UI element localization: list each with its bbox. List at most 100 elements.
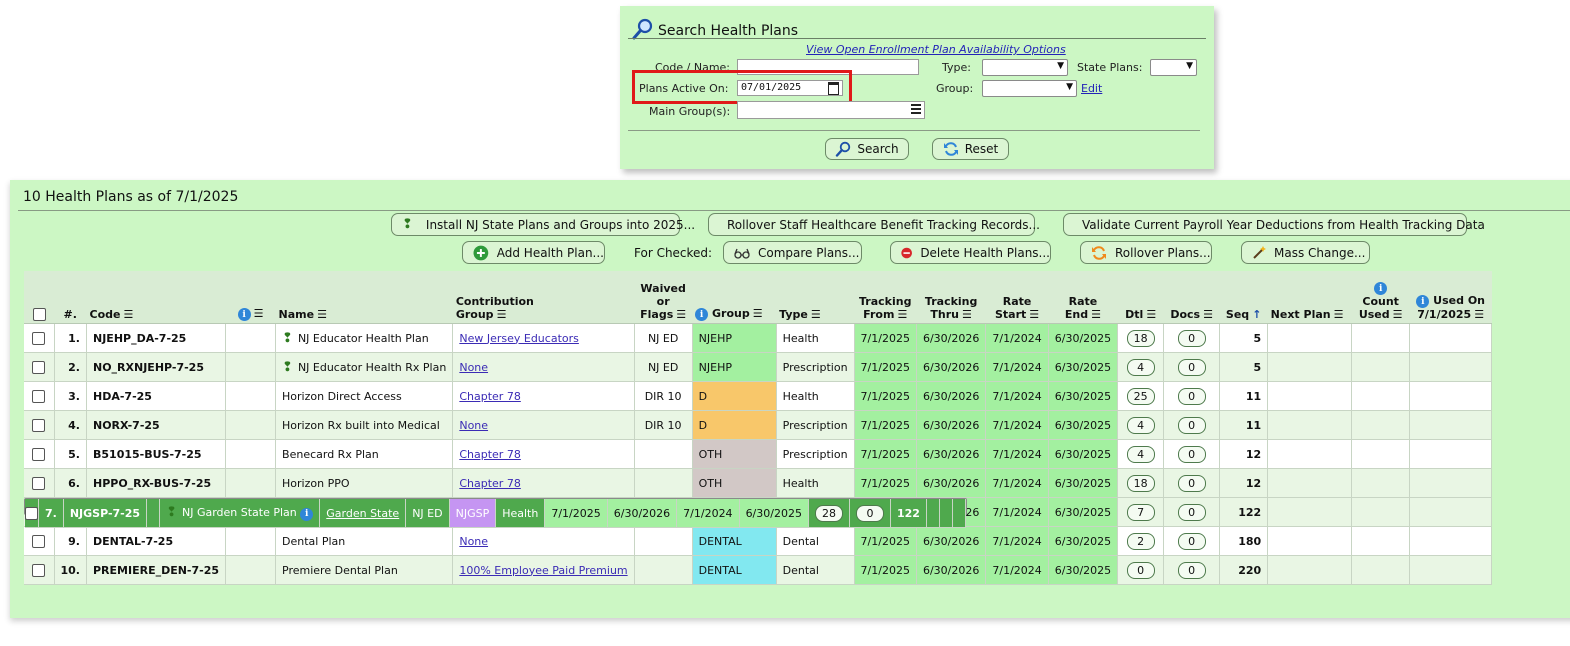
install-nj-plans-button[interactable]: ❢ Install NJ State Plans and Groups into… [391, 213, 695, 236]
table-row[interactable]: 7. NJGSP-7-25 ❢ NJ Garden State Plan i Garde… [24, 498, 967, 528]
type-select[interactable]: ▼ [982, 59, 1068, 76]
row-checkbox[interactable] [32, 476, 46, 490]
plan-name-cell[interactable]: ❢ NJ Educator Health Plan [275, 323, 454, 353]
docs-count-pill[interactable]: 0 [855, 504, 884, 522]
menu-icon[interactable] [911, 104, 921, 116]
col-contribution-group[interactable]: Contribution Group ☰ [452, 271, 635, 324]
dtl-count-pill[interactable]: 4 [1126, 416, 1155, 434]
docs-count-pill[interactable]: 0 [1177, 532, 1206, 550]
table-row[interactable]: 9. DENTAL-7-25 Dental Plan None DENTAL Dental… [24, 526, 1493, 556]
reset-button[interactable]: Reset [932, 138, 1009, 160]
add-health-plan-button[interactable]: Add Health Plan... [462, 241, 605, 264]
info-icon[interactable]: i [300, 507, 314, 521]
table-row[interactable]: 2. NO_RXNJEHP-7-25 ❢ NJ Educator Health Rx … [24, 352, 1493, 382]
contribution-group-link[interactable]: New Jersey Educators [459, 332, 579, 345]
menu-icon[interactable]: ☰ [676, 308, 686, 321]
row-checkbox[interactable] [32, 563, 46, 577]
plan-name-cell[interactable]: Benecard Rx Plan [275, 439, 454, 469]
plan-name-cell[interactable]: Horizon Direct Access [275, 381, 454, 411]
col-rate-end[interactable]: Rate End ☰ [1048, 271, 1118, 324]
delete-health-plans-button[interactable]: Delete Health Plans... [890, 241, 1051, 264]
search-button[interactable]: Search [825, 138, 909, 160]
docs-count-pill[interactable]: 0 [1177, 387, 1206, 405]
col-count-used[interactable]: i Count Used ☰ [1351, 271, 1410, 324]
open-enrollment-link[interactable]: View Open Enrollment Plan Availability O… [806, 43, 1066, 56]
dtl-count-pill[interactable]: 25 [1126, 387, 1155, 405]
col-name[interactable]: Name ☰ [275, 271, 453, 324]
col-tracking-thru[interactable]: Tracking Thru ☰ [916, 271, 986, 324]
docs-count-pill[interactable]: 0 [1177, 503, 1206, 521]
dtl-count-pill[interactable]: 18 [1126, 474, 1155, 492]
table-row[interactable]: 3. HDA-7-25 Horizon Direct Access Chapter 7… [24, 381, 1493, 411]
col-next-plan[interactable]: Next Plan ☰ [1267, 271, 1352, 324]
compare-plans-button[interactable]: Compare Plans... [723, 241, 862, 264]
info-icon[interactable]: i [1374, 282, 1388, 295]
dtl-count-pill[interactable]: 7 [1126, 503, 1155, 521]
docs-count-pill[interactable]: 0 [1177, 416, 1206, 434]
contribution-group-link[interactable]: 100% Employee Paid Premium [459, 564, 627, 577]
row-checkbox[interactable] [32, 534, 46, 548]
dtl-count-pill[interactable]: 0 [1126, 561, 1155, 579]
contribution-group-link[interactable]: Chapter 78 [459, 390, 520, 403]
menu-icon[interactable]: ☰ [254, 307, 264, 320]
main-groups-input[interactable] [737, 101, 925, 119]
plan-code-cell[interactable]: HPPO_RX-BUS-7-25 [86, 468, 227, 498]
plan-name-cell[interactable]: ❢ NJ Educator Health Rx Plan [275, 352, 454, 382]
dtl-count-pill[interactable]: 4 [1126, 358, 1155, 376]
dtl-count-pill[interactable]: 28 [814, 504, 843, 522]
plan-code-cell[interactable]: HDA-7-25 [86, 381, 227, 411]
plan-code-cell[interactable]: DENTAL-7-25 [86, 526, 227, 556]
menu-icon[interactable]: ☰ [811, 308, 821, 321]
col-used-on[interactable]: i Used On 7/1/2025 ☰ [1409, 271, 1492, 324]
rollover-plans-button[interactable]: Rollover Plans... [1080, 241, 1212, 264]
col-rate-start[interactable]: Rate Start ☰ [985, 271, 1049, 324]
menu-icon[interactable]: ☰ [1146, 308, 1156, 321]
col-dtl[interactable]: Dtl ☰ [1117, 271, 1164, 324]
menu-icon[interactable]: ☰ [1393, 308, 1403, 321]
plan-code-cell[interactable]: B51015-BUS-7-25 [86, 439, 227, 469]
rollover-staff-button[interactable]: Rollover Staff Healthcare Benefit Tracki… [708, 213, 1040, 236]
contribution-group-link[interactable]: Garden State [326, 507, 399, 520]
col-type[interactable]: Type ☰ [776, 271, 855, 324]
col-docs[interactable]: Docs ☰ [1163, 271, 1220, 324]
mass-change-button[interactable]: Mass Change... [1241, 241, 1370, 264]
sort-up-icon[interactable]: ↑ [1252, 308, 1261, 321]
menu-icon[interactable]: ☰ [1203, 308, 1213, 321]
row-checkbox[interactable] [32, 360, 46, 374]
table-row[interactable]: 10. PREMIERE_DEN-7-25 Premiere Dental Plan… [24, 555, 1493, 585]
menu-icon[interactable]: ☰ [753, 307, 763, 320]
menu-icon[interactable]: ☰ [897, 308, 907, 321]
state-plans-select[interactable]: ▼ [1150, 59, 1197, 76]
plan-code-cell[interactable]: PREMIERE_DEN-7-25 [86, 555, 227, 585]
menu-icon[interactable]: ☰ [1474, 308, 1484, 321]
dtl-count-pill[interactable]: 2 [1126, 532, 1155, 550]
table-row[interactable]: 5. B51015-BUS-7-25 Benecard Rx Plan Chapter… [24, 439, 1493, 469]
col-tracking-from[interactable]: Tracking From ☰ [854, 271, 917, 324]
contribution-group-link[interactable]: Chapter 78 [459, 448, 520, 461]
col-flags[interactable]: Waived or Flags ☰ [634, 271, 693, 324]
edit-group-link[interactable]: Edit [1081, 82, 1102, 95]
plan-name-cell[interactable]: ❢ NJ Garden State Plan i [159, 499, 321, 528]
row-checkbox[interactable] [25, 506, 38, 520]
docs-count-pill[interactable]: 0 [1177, 445, 1206, 463]
docs-count-pill[interactable]: 0 [1177, 329, 1206, 347]
menu-icon[interactable]: ☰ [497, 308, 507, 321]
validate-deductions-button[interactable]: Validate Current Payroll Year Deductions… [1063, 213, 1485, 236]
row-checkbox[interactable] [32, 331, 46, 345]
plan-name-cell[interactable]: Horizon Rx built into Medical [275, 410, 454, 440]
table-row[interactable]: 6. HPPO_RX-BUS-7-25 Horizon PPO Chapter 78 O… [24, 468, 1493, 498]
row-checkbox[interactable] [32, 389, 46, 403]
docs-count-pill[interactable]: 0 [1177, 358, 1206, 376]
plan-name-cell[interactable]: Premiere Dental Plan [275, 555, 454, 585]
row-checkbox[interactable] [32, 447, 46, 461]
table-row[interactable]: 1. NJEHP_DA-7-25 ❢ NJ Educator Health Plan N… [24, 323, 1493, 353]
info-icon[interactable]: i [237, 308, 251, 321]
select-all-checkbox[interactable] [32, 308, 46, 321]
plan-code-cell[interactable]: NORX-7-25 [86, 410, 227, 440]
menu-icon[interactable]: ☰ [1029, 308, 1039, 321]
menu-icon[interactable]: ☰ [1334, 308, 1344, 321]
docs-count-pill[interactable]: 0 [1177, 561, 1206, 579]
table-row[interactable]: 4. NORX-7-25 Horizon Rx built into Medical… [24, 410, 1493, 440]
plan-code-cell[interactable]: NJGSP-7-25 [63, 499, 148, 528]
menu-icon[interactable]: ☰ [962, 308, 972, 321]
